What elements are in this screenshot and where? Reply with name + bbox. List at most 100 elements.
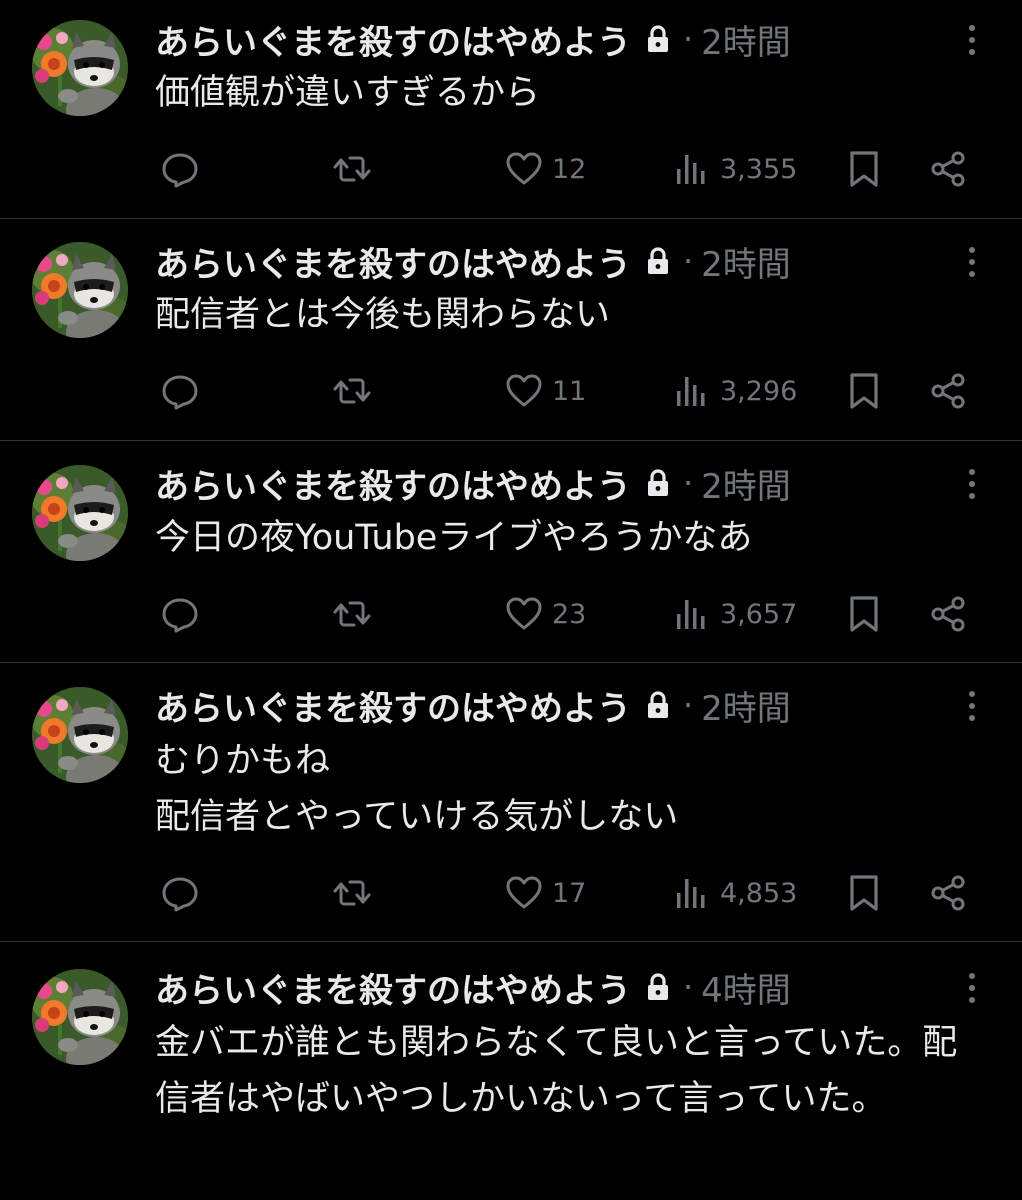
- separator: ·: [683, 464, 694, 502]
- author-name[interactable]: あらいぐまを殺すのはやめよう: [155, 237, 631, 286]
- like-button[interactable]: 17: [504, 868, 586, 918]
- post-time[interactable]: 4時間: [701, 963, 791, 1012]
- share-icon: [928, 371, 968, 411]
- lock-icon: [645, 468, 671, 498]
- repost-button[interactable]: [332, 589, 372, 639]
- bookmark-icon: [844, 371, 884, 411]
- more-icon[interactable]: [964, 244, 980, 280]
- views-icon: [672, 149, 712, 189]
- views-icon: [672, 371, 712, 411]
- repost-button[interactable]: [332, 144, 372, 194]
- post-time[interactable]: 2時間: [701, 237, 791, 286]
- avatar[interactable]: [32, 20, 128, 116]
- reply-button[interactable]: [160, 144, 200, 194]
- avatar[interactable]: [32, 465, 128, 561]
- reply-button[interactable]: [160, 366, 200, 416]
- action-bar: 17 4,853: [0, 868, 1022, 918]
- avatar[interactable]: [32, 687, 128, 783]
- like-icon: [504, 873, 544, 913]
- reply-icon: [160, 149, 200, 189]
- reply-button[interactable]: [160, 589, 200, 639]
- author-name[interactable]: あらいぐまを殺すのはやめよう: [155, 963, 631, 1012]
- reply-icon: [160, 594, 200, 634]
- separator: ·: [683, 20, 694, 58]
- lock-icon: [645, 972, 671, 1002]
- post-text: むりかもね 配信者とやっていける気がしない: [155, 741, 679, 837]
- post-time[interactable]: 2時間: [701, 681, 791, 730]
- views-button[interactable]: 3,657: [672, 589, 797, 639]
- share-icon: [928, 594, 968, 634]
- lock-icon: [645, 690, 671, 720]
- share-button[interactable]: [928, 589, 968, 639]
- post-header: あらいぐまを殺すのはやめよう · 2時間: [155, 459, 791, 507]
- post[interactable]: あらいぐまを殺すのはやめよう · 4時間 金バエが誰とも関わらなくて良いと言って…: [0, 942, 1022, 1200]
- views-icon: [672, 873, 712, 913]
- bookmark-button[interactable]: [844, 366, 884, 416]
- author-name[interactable]: あらいぐまを殺すのはやめよう: [155, 459, 631, 508]
- like-button[interactable]: 12: [504, 144, 586, 194]
- separator: ·: [683, 242, 694, 280]
- like-count: 23: [552, 598, 587, 630]
- views-count: 3,355: [720, 153, 798, 185]
- post-time[interactable]: 2時間: [701, 15, 791, 64]
- repost-button[interactable]: [332, 868, 372, 918]
- post-header: あらいぐまを殺すのはやめよう · 2時間: [155, 237, 791, 285]
- share-icon: [928, 873, 968, 913]
- post[interactable]: あらいぐまを殺すのはやめよう · 2時間 価値観が違いすぎるから 12 3,35…: [0, 0, 1022, 219]
- post-time[interactable]: 2時間: [701, 459, 791, 508]
- lock-icon: [645, 24, 671, 54]
- more-icon[interactable]: [964, 970, 980, 1006]
- reply-button[interactable]: [160, 868, 200, 918]
- post-header: あらいぐまを殺すのはやめよう · 2時間: [155, 15, 791, 63]
- author-name[interactable]: あらいぐまを殺すのはやめよう: [155, 681, 631, 730]
- post[interactable]: あらいぐまを殺すのはやめよう · 2時間 配信者とは今後も関わらない 11 3,…: [0, 219, 1022, 441]
- views-button[interactable]: 3,355: [672, 144, 797, 194]
- repost-icon: [332, 594, 372, 634]
- author-name[interactable]: あらいぐまを殺すのはやめよう: [155, 15, 631, 64]
- post-text: 金バエが誰とも関わらなくて良いと言っていた。配信者はやばいやつしかいないって言っ…: [155, 1023, 958, 1119]
- avatar[interactable]: [32, 969, 128, 1065]
- post-header: あらいぐまを殺すのはやめよう · 4時間: [155, 963, 791, 1011]
- action-bar: 23 3,657: [0, 589, 1022, 639]
- like-count: 11: [552, 375, 587, 407]
- bookmark-icon: [844, 873, 884, 913]
- views-count: 3,296: [720, 375, 798, 407]
- bookmark-button[interactable]: [844, 868, 884, 918]
- action-bar: 11 3,296: [0, 366, 1022, 416]
- action-bar: 12 3,355: [0, 144, 1022, 194]
- post-text: 価値観が違いすぎるから: [155, 73, 541, 113]
- share-button[interactable]: [928, 144, 968, 194]
- reply-icon: [160, 371, 200, 411]
- share-button[interactable]: [928, 366, 968, 416]
- like-icon: [504, 594, 544, 634]
- post[interactable]: あらいぐまを殺すのはやめよう · 2時間 今日の夜YouTubeライブやろうかな…: [0, 441, 1022, 663]
- lock-icon: [645, 246, 671, 276]
- views-count: 3,657: [720, 598, 798, 630]
- separator: ·: [683, 686, 694, 724]
- like-icon: [504, 371, 544, 411]
- repost-button[interactable]: [332, 366, 372, 416]
- post-text: 配信者とは今後も関わらない: [155, 295, 611, 335]
- more-icon[interactable]: [964, 688, 980, 724]
- like-button[interactable]: 23: [504, 589, 586, 639]
- avatar[interactable]: [32, 242, 128, 338]
- like-button[interactable]: 11: [504, 366, 586, 416]
- repost-icon: [332, 149, 372, 189]
- views-icon: [672, 594, 712, 634]
- share-button[interactable]: [928, 868, 968, 918]
- repost-icon: [332, 873, 372, 913]
- post-header: あらいぐまを殺すのはやめよう · 2時間: [155, 681, 791, 729]
- bookmark-button[interactable]: [844, 589, 884, 639]
- bookmark-icon: [844, 594, 884, 634]
- bookmark-icon: [844, 149, 884, 189]
- repost-icon: [332, 371, 372, 411]
- views-button[interactable]: 4,853: [672, 868, 797, 918]
- like-count: 12: [552, 153, 587, 185]
- separator: ·: [683, 968, 694, 1006]
- post[interactable]: あらいぐまを殺すのはやめよう · 2時間 むりかもね 配信者とやっていける気がし…: [0, 663, 1022, 942]
- bookmark-button[interactable]: [844, 144, 884, 194]
- more-icon[interactable]: [964, 466, 980, 502]
- more-icon[interactable]: [964, 22, 980, 58]
- views-count: 4,853: [720, 877, 798, 909]
- views-button[interactable]: 3,296: [672, 366, 797, 416]
